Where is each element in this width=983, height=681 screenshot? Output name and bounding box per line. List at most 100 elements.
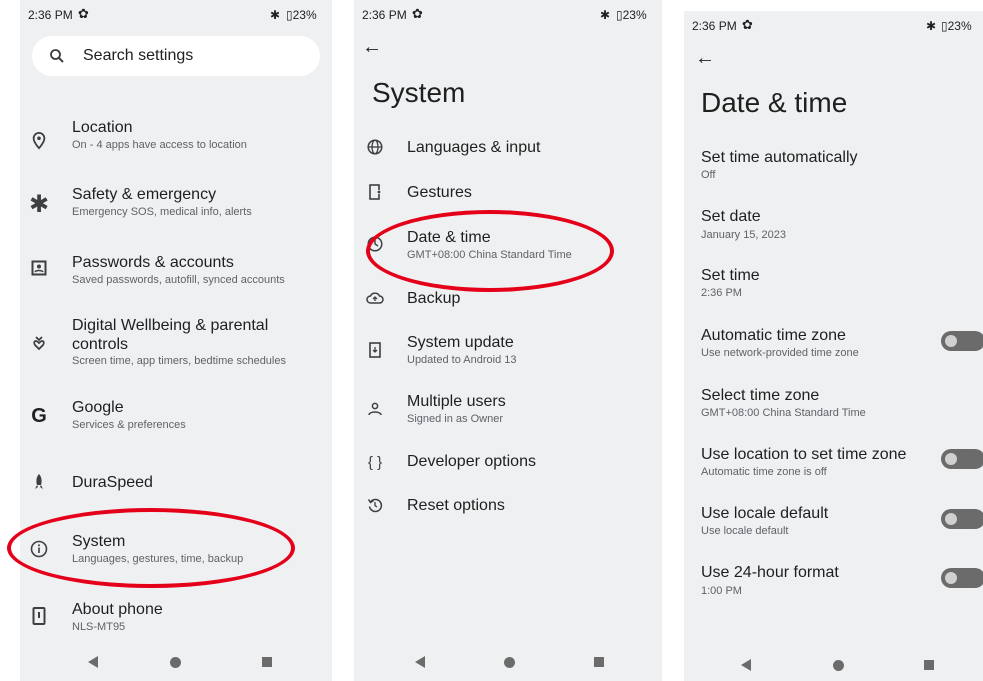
item-title: Backup (407, 290, 461, 307)
settings-item-passwords[interactable]: Passwords & accounts Saved passwords, au… (20, 253, 332, 303)
item-subtitle: GMT+08:00 China Standard Time (701, 407, 866, 419)
home-nav-icon[interactable] (504, 657, 515, 668)
system-update-icon (364, 339, 386, 361)
recents-nav-icon[interactable] (262, 657, 272, 667)
bluetooth-icon: ✱ (926, 19, 937, 33)
item-title: System update (407, 334, 514, 351)
system-item-system-update[interactable]: System update Updated to Android 13 (354, 333, 662, 373)
bluetooth-icon: ✱ (270, 8, 281, 22)
battery-indicator: ▯23% (941, 19, 972, 33)
wellbeing-icon (28, 332, 50, 354)
settings-item-google[interactable]: G Google Services & preferences (20, 398, 332, 448)
page-title: System (372, 77, 466, 108)
search-icon (50, 49, 64, 63)
navigation-bar (354, 643, 662, 681)
system-item-languages[interactable]: Languages & input (354, 136, 662, 160)
gesture-phone-icon (364, 181, 386, 203)
item-title: Multiple users (407, 393, 506, 410)
battery-indicator: ▯23% (616, 8, 647, 22)
item-subtitle: Emergency SOS, medical info, alerts (72, 206, 252, 218)
item-title: Digital Wellbeing & parental (72, 317, 269, 334)
item-title: About phone (72, 601, 163, 618)
item-subtitle: Use network-provided time zone (701, 347, 859, 359)
bluetooth-icon: ✱ (600, 8, 611, 22)
back-arrow-icon[interactable]: ← (695, 47, 715, 70)
item-subtitle: Off (701, 169, 716, 181)
item-title: Developer options (407, 453, 536, 470)
item-subtitle: Services & preferences (72, 419, 186, 431)
item-title: DuraSpeed (72, 474, 153, 491)
item-subtitle: 1:00 PM (701, 585, 742, 597)
item-subtitle: Updated to Android 13 (407, 354, 517, 366)
use-location-toggle[interactable] (941, 449, 983, 469)
item-subtitle: Screen time, app timers, bedtime schedul… (72, 355, 286, 367)
status-bar: 2:36 PM ✿ ✱ ▯23% (684, 11, 983, 41)
settings-item-about-phone[interactable]: About phone NLS-MT95 (20, 600, 332, 640)
item-title: Automatic time zone (701, 327, 846, 344)
item-title: Use locale default (701, 505, 829, 522)
navigation-bar (684, 643, 983, 681)
24-hour-toggle[interactable] (941, 568, 983, 588)
item-title: Set time automatically (701, 149, 858, 166)
system-item-developer-options[interactable]: { } Developer options (354, 450, 662, 474)
item-title: Location (72, 119, 133, 136)
back-nav-icon[interactable] (88, 656, 98, 668)
home-nav-icon[interactable] (170, 657, 181, 668)
recents-nav-icon[interactable] (594, 657, 604, 667)
item-title: Select time zone (701, 387, 820, 404)
system-screen: 2:36 PM ✿ ✱ ▯23% ← System Languages & in… (354, 0, 662, 681)
item-subtitle: Saved passwords, autofill, synced accoun… (72, 274, 285, 286)
gear-icon: ✿ (78, 6, 89, 21)
recents-nav-icon[interactable] (924, 660, 934, 670)
settings-item-safety[interactable]: ✱ Safety & emergency Emergency SOS, medi… (20, 185, 332, 235)
braces-icon: { } (367, 453, 383, 471)
automatic-time-zone-toggle[interactable] (941, 331, 983, 351)
account-box-icon (28, 257, 50, 279)
item-title: Use 24-hour format (701, 564, 839, 581)
back-nav-icon[interactable] (741, 659, 751, 671)
gear-icon: ✿ (412, 6, 423, 21)
item-subtitle: Signed in as Owner (407, 413, 503, 425)
highlight-system-ellipse (7, 508, 295, 588)
status-time: 2:36 PM (362, 8, 407, 22)
page-title: Date & time (701, 87, 848, 118)
home-nav-icon[interactable] (833, 660, 844, 671)
settings-item-duraspeed[interactable]: DuraSpeed (20, 471, 332, 495)
battery-indicator: ▯23% (286, 8, 317, 22)
system-item-gestures[interactable]: Gestures (354, 181, 662, 205)
globe-icon (364, 136, 386, 158)
item-subtitle: NLS-MT95 (72, 621, 126, 633)
system-item-reset-options[interactable]: Reset options (354, 494, 662, 518)
item-subtitle: On - 4 apps have access to location (72, 139, 247, 151)
battery-percent: 23% (292, 8, 317, 22)
status-time: 2:36 PM (28, 8, 73, 22)
reset-icon (364, 494, 386, 516)
item-title: Set time (701, 267, 760, 284)
search-bar[interactable]: Search settings (32, 36, 320, 76)
location-pin-icon (28, 130, 50, 152)
item-title-line2: controls (72, 336, 129, 353)
back-nav-icon[interactable] (415, 656, 425, 668)
back-arrow-icon[interactable]: ← (362, 36, 382, 59)
date-time-screen: 2:36 PM ✿ ✱ ▯23% ← Date & time Set time … (684, 11, 983, 681)
item-title: Reset options (407, 497, 505, 514)
navigation-bar (20, 643, 332, 681)
item-subtitle: Use locale default (701, 525, 789, 537)
locale-default-toggle[interactable] (941, 509, 983, 529)
cloud-backup-icon (364, 287, 386, 309)
status-bar: 2:36 PM ✿ ✱ ▯23% (20, 0, 332, 30)
settings-item-location[interactable]: Location On - 4 apps have access to loca… (20, 118, 332, 168)
status-bar: 2:36 PM ✿ ✱ ▯23% (354, 0, 662, 30)
settings-item-wellbeing[interactable]: Digital Wellbeing & parental controls Sc… (20, 316, 332, 370)
status-time: 2:36 PM (692, 19, 737, 33)
google-icon: G (31, 404, 47, 427)
item-title: Set date (701, 208, 761, 225)
users-icon (364, 398, 386, 420)
asterisk-icon: ✱ (28, 190, 50, 218)
item-subtitle: January 15, 2023 (701, 229, 787, 241)
gear-icon: ✿ (742, 17, 753, 32)
item-title: Languages & input (407, 139, 541, 156)
system-item-multiple-users[interactable]: Multiple users Signed in as Owner (354, 392, 662, 432)
item-subtitle: 2:36 PM (701, 287, 742, 299)
item-subtitle: Automatic time zone is off (701, 466, 827, 478)
